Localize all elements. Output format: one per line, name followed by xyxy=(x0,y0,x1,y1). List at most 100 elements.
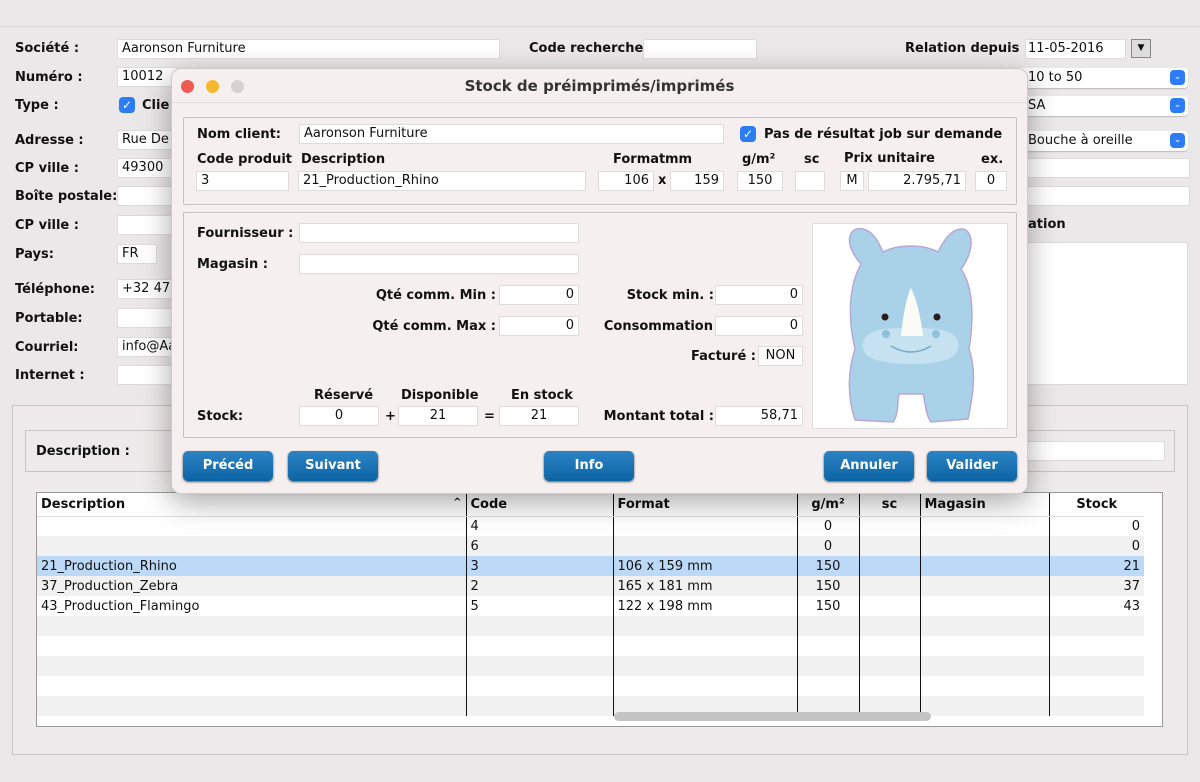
societe-field[interactable]: Aaronson Furniture xyxy=(117,39,500,59)
table-row[interactable] xyxy=(37,696,1144,716)
sort-ascending-icon: ^ xyxy=(453,496,462,508)
gsm-field[interactable]: 150 xyxy=(737,171,783,191)
cell-sc xyxy=(858,556,920,576)
portable-label: Portable: xyxy=(15,311,83,326)
description-field[interactable]: 21_Production_Rhino xyxy=(298,171,586,191)
chevron-down-icon: ⌄ xyxy=(1170,133,1185,148)
type-checkbox[interactable]: ✓ xyxy=(119,97,135,113)
description-label: Description xyxy=(301,152,386,167)
cp-field[interactable]: 49300 xyxy=(117,158,177,178)
table-row[interactable]: 43_Production_Flamingo 5 122 x 198 mm 150 43 xyxy=(37,596,1144,616)
format-width-field[interactable]: 106 xyxy=(598,171,654,191)
table-row[interactable] xyxy=(37,656,1144,676)
cp-ville2-field[interactable] xyxy=(117,215,177,235)
consommation-field[interactable]: 0 xyxy=(715,316,803,336)
date-dropdown-button[interactable]: ▼ xyxy=(1131,39,1151,58)
cell-stock xyxy=(1048,656,1144,676)
table-row[interactable] xyxy=(37,616,1144,636)
info-button[interactable]: Info xyxy=(544,451,634,481)
stock-panel: Fournisseur : Magasin : Qté comm. Min : … xyxy=(183,212,1017,438)
source-combo[interactable]: Bouche à oreille ⌄ xyxy=(1010,131,1188,151)
description-filter-field[interactable] xyxy=(1010,441,1165,461)
portable-field[interactable] xyxy=(117,308,177,328)
magasin-field[interactable] xyxy=(299,254,579,274)
format-label: Format xyxy=(613,152,666,167)
courriel-field[interactable]: info@Aa xyxy=(117,337,177,357)
cell-magasin xyxy=(919,616,1049,636)
pays-field[interactable]: FR xyxy=(117,244,157,264)
right-field-1[interactable] xyxy=(1010,158,1190,178)
telephone-field[interactable]: +32 47 xyxy=(117,279,177,299)
table-row[interactable] xyxy=(37,676,1144,696)
reserve-field[interactable]: 0 xyxy=(299,406,379,426)
plus-sign: + xyxy=(385,409,396,424)
stock-min-field[interactable]: 0 xyxy=(715,285,803,305)
column-header-format[interactable]: Format xyxy=(612,493,797,517)
gsm-label: g/m² xyxy=(742,152,776,167)
cell-code: 2 xyxy=(465,576,613,596)
fournisseur-field[interactable] xyxy=(299,223,579,243)
legal-form-combo[interactable]: SA ⌄ xyxy=(1010,96,1188,116)
ex-field[interactable]: 0 xyxy=(975,171,1007,191)
cell-sc xyxy=(858,516,920,536)
qte-max-field[interactable]: 0 xyxy=(499,316,579,336)
internet-field[interactable] xyxy=(117,365,177,385)
cell-magasin xyxy=(919,696,1049,716)
prix-unit-field[interactable]: M xyxy=(840,171,864,191)
cell-magasin xyxy=(919,556,1049,576)
job-checkbox[interactable]: ✓ xyxy=(740,126,756,142)
column-header-magasin[interactable]: Magasin xyxy=(919,493,1049,517)
montant-label: Montant total : xyxy=(603,409,714,424)
qte-min-label: Qté comm. Min : xyxy=(375,288,496,303)
prix-field[interactable]: 2.795,71 xyxy=(868,171,966,191)
format-height-field[interactable]: 159 xyxy=(670,171,724,191)
en-stock-field[interactable]: 21 xyxy=(499,406,579,426)
cell-magasin xyxy=(919,676,1049,696)
chevron-down-icon: ⌄ xyxy=(1170,98,1185,113)
cell-code xyxy=(465,656,613,676)
cell-format xyxy=(612,516,797,536)
employees-combo[interactable]: 10 to 50 ⌄ xyxy=(1010,68,1188,88)
notes-textarea[interactable] xyxy=(1010,242,1188,385)
cell-stock: 21 xyxy=(1048,556,1144,576)
cell-code xyxy=(465,696,613,716)
column-header-gsm[interactable]: g/m² xyxy=(796,493,859,517)
relation-date-field[interactable]: 11-05-2016 xyxy=(1025,39,1126,59)
en-stock-label: En stock xyxy=(511,388,573,403)
nom-client-field[interactable]: Aaronson Furniture xyxy=(299,124,724,144)
table-row[interactable]: 21_Production_Rhino 3 106 x 159 mm 150 21 xyxy=(37,556,1144,576)
table-row[interactable] xyxy=(37,636,1144,656)
adresse-field[interactable]: Rue De xyxy=(117,130,177,150)
cell-code xyxy=(465,676,613,696)
table-row[interactable]: 6 0 0 xyxy=(37,536,1144,556)
right-field-2[interactable] xyxy=(1010,186,1190,206)
next-button[interactable]: Suivant xyxy=(288,451,378,481)
code-produit-field[interactable]: 3 xyxy=(196,171,289,191)
numero-field[interactable]: 10012 xyxy=(117,67,177,87)
cell-format: 106 x 159 mm xyxy=(612,556,797,576)
nom-client-label: Nom client: xyxy=(197,127,281,142)
validate-button[interactable]: Valider xyxy=(927,451,1017,481)
top-toolbar xyxy=(0,0,1200,27)
cell-format xyxy=(612,616,797,636)
cell-stock xyxy=(1048,696,1144,716)
column-header-code[interactable]: Code xyxy=(465,493,613,517)
qte-min-field[interactable]: 0 xyxy=(499,285,579,305)
table-row[interactable]: 37_Production_Zebra 2 165 x 181 mm 150 37 xyxy=(37,576,1144,596)
column-header-stock[interactable]: Stock xyxy=(1048,493,1144,517)
cell-gsm xyxy=(796,656,859,676)
dialog-titlebar: Stock de préimprimés/imprimés xyxy=(172,69,1027,103)
disponible-field[interactable]: 21 xyxy=(398,406,478,426)
column-header-sc[interactable]: sc xyxy=(858,493,920,517)
horizontal-scrollbar[interactable] xyxy=(614,712,931,721)
boite-postale-field[interactable] xyxy=(117,186,177,206)
column-header-description[interactable]: Description ^ xyxy=(37,493,466,517)
cancel-button[interactable]: Annuler xyxy=(824,451,914,481)
cell-description xyxy=(37,696,466,716)
sc-field[interactable] xyxy=(795,171,825,191)
cell-magasin xyxy=(919,516,1049,536)
code-recherche-field[interactable] xyxy=(643,39,757,59)
previous-button[interactable]: Précéd xyxy=(183,451,273,481)
table-row[interactable]: 4 0 0 xyxy=(37,516,1144,536)
cell-stock: 43 xyxy=(1048,596,1144,616)
